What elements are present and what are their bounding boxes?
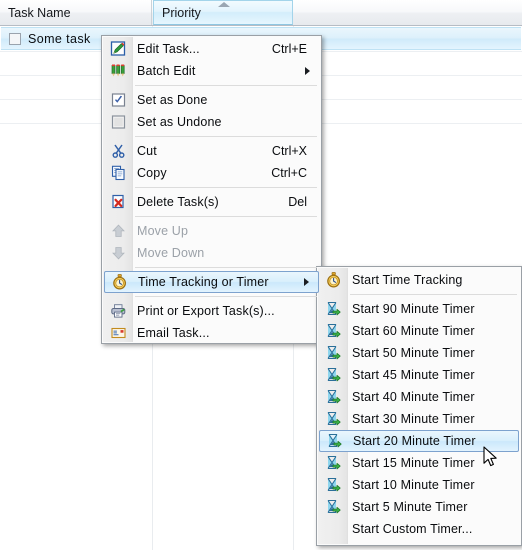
stopwatch-icon — [325, 272, 342, 289]
menu-item-label: Print or Export Task(s)... — [137, 304, 275, 318]
envelope-icon — [110, 325, 127, 342]
hourglass-go-icon — [326, 433, 343, 450]
hourglass-go-icon — [325, 455, 342, 472]
submenu-item-label: Start 5 Minute Timer — [352, 500, 468, 514]
menu-item-label: Edit Task... — [137, 42, 200, 56]
hourglass-go-icon — [325, 345, 342, 362]
task-name-cell: Some task — [28, 31, 91, 46]
hourglass-go-icon — [325, 367, 342, 384]
submenu-item-label: Start 45 Minute Timer — [352, 368, 475, 382]
hourglass-go-icon — [325, 389, 342, 406]
printer-icon — [110, 303, 127, 320]
submenu-item-10-minute-timer[interactable]: Start 10 Minute Timer — [319, 474, 519, 496]
menu-item-move-up[interactable]: Move Up — [104, 220, 319, 242]
submenu-arrow-icon — [304, 278, 309, 286]
delete-red-x-icon — [110, 194, 127, 211]
submenu-item-label: Start Custom Timer... — [352, 522, 473, 536]
menu-item-label: Set as Done — [137, 93, 208, 107]
menu-item-delete-tasks[interactable]: Delete Task(s) Del — [104, 191, 319, 213]
menu-item-shortcut: Ctrl+C — [271, 166, 307, 180]
arrow-up-icon — [110, 223, 127, 240]
context-menu[interactable]: Edit Task... Ctrl+E Batch Edit Set as Do… — [101, 35, 322, 344]
menu-item-label: Batch Edit — [137, 64, 196, 78]
menu-item-email-task[interactable]: Email Task... — [104, 322, 319, 344]
menu-item-shortcut: Del — [288, 195, 307, 209]
edit-pencil-icon — [110, 41, 127, 58]
menu-separator — [135, 136, 317, 137]
submenu-item-label: Start 10 Minute Timer — [352, 478, 475, 492]
arrow-down-icon — [110, 245, 127, 262]
menu-item-label: Copy — [137, 166, 167, 180]
menu-separator — [135, 187, 317, 188]
menu-item-move-down[interactable]: Move Down — [104, 242, 319, 264]
submenu-item-label: Start Time Tracking — [352, 273, 463, 287]
submenu-item-30-minute-timer[interactable]: Start 30 Minute Timer — [319, 408, 519, 430]
submenu-item-start-time-tracking[interactable]: Start Time Tracking — [319, 269, 519, 291]
submenu-item-40-minute-timer[interactable]: Start 40 Minute Timer — [319, 386, 519, 408]
menu-item-set-as-undone[interactable]: Set as Undone — [104, 111, 319, 133]
menu-item-label: Cut — [137, 144, 157, 158]
submenu-item-label: Start 60 Minute Timer — [352, 324, 475, 338]
submenu-item-45-minute-timer[interactable]: Start 45 Minute Timer — [319, 364, 519, 386]
submenu-item-90-minute-timer[interactable]: Start 90 Minute Timer — [319, 298, 519, 320]
submenu-item-label: Start 30 Minute Timer — [352, 412, 475, 426]
submenu-item-label: Start 20 Minute Timer — [353, 434, 476, 448]
grid-header-row: Task Name Priority — [0, 0, 522, 26]
menu-item-time-tracking-or-timer[interactable]: Time Tracking or Timer — [104, 271, 319, 293]
menu-item-batch-edit[interactable]: Batch Edit — [104, 60, 319, 82]
submenu-item-label: Start 40 Minute Timer — [352, 390, 475, 404]
menu-icon-gutter — [103, 37, 133, 342]
menu-item-label: Move Up — [137, 224, 189, 238]
checkbox-checked-icon — [110, 92, 127, 109]
submenu-arrow-icon — [305, 67, 310, 75]
hourglass-go-icon — [325, 301, 342, 318]
batch-edit-icon — [110, 63, 127, 80]
task-done-checkbox[interactable] — [9, 32, 21, 45]
submenu-item-60-minute-timer[interactable]: Start 60 Minute Timer — [319, 320, 519, 342]
menu-item-copy[interactable]: Copy Ctrl+C — [104, 162, 319, 184]
menu-separator — [135, 85, 317, 86]
scissors-icon — [110, 143, 127, 160]
submenu-separator — [350, 294, 517, 295]
submenu-item-label: Start 50 Minute Timer — [352, 346, 475, 360]
menu-item-cut[interactable]: Cut Ctrl+X — [104, 140, 319, 162]
menu-item-label: Move Down — [137, 246, 205, 260]
timer-submenu[interactable]: Start Time Tracking Start 90 Minute Time… — [316, 266, 522, 546]
menu-item-label: Set as Undone — [137, 115, 222, 129]
submenu-item-label: Start 15 Minute Timer — [352, 456, 475, 470]
menu-separator — [135, 296, 317, 297]
submenu-item-custom-timer[interactable]: Start Custom Timer... — [319, 518, 519, 540]
menu-separator — [135, 216, 317, 217]
hourglass-go-icon — [325, 323, 342, 340]
column-header-label: Task Name — [8, 5, 71, 20]
hourglass-go-icon — [325, 411, 342, 428]
menu-item-label: Time Tracking or Timer — [138, 275, 269, 289]
checkbox-unchecked-icon — [110, 114, 127, 131]
column-header-task-name[interactable]: Task Name — [0, 0, 152, 25]
stopwatch-icon — [111, 274, 128, 291]
copy-icon — [110, 165, 127, 182]
hourglass-go-icon — [325, 499, 342, 516]
menu-item-shortcut: Ctrl+E — [271, 42, 307, 56]
mouse-cursor — [483, 446, 499, 470]
submenu-item-label: Start 90 Minute Timer — [352, 302, 475, 316]
menu-item-set-as-done[interactable]: Set as Done — [104, 89, 319, 111]
column-header-label: Priority — [162, 5, 201, 20]
menu-item-edit-task[interactable]: Edit Task... Ctrl+E — [104, 38, 319, 60]
menu-separator — [135, 267, 317, 268]
menu-item-label: Delete Task(s) — [137, 195, 219, 209]
sort-ascending-icon — [218, 2, 230, 7]
menu-item-print-or-export[interactable]: Print or Export Task(s)... — [104, 300, 319, 322]
submenu-item-50-minute-timer[interactable]: Start 50 Minute Timer — [319, 342, 519, 364]
submenu-item-5-minute-timer[interactable]: Start 5 Minute Timer — [319, 496, 519, 518]
hourglass-go-icon — [325, 477, 342, 494]
menu-item-label: Email Task... — [137, 326, 210, 340]
menu-item-shortcut: Ctrl+X — [271, 144, 307, 158]
